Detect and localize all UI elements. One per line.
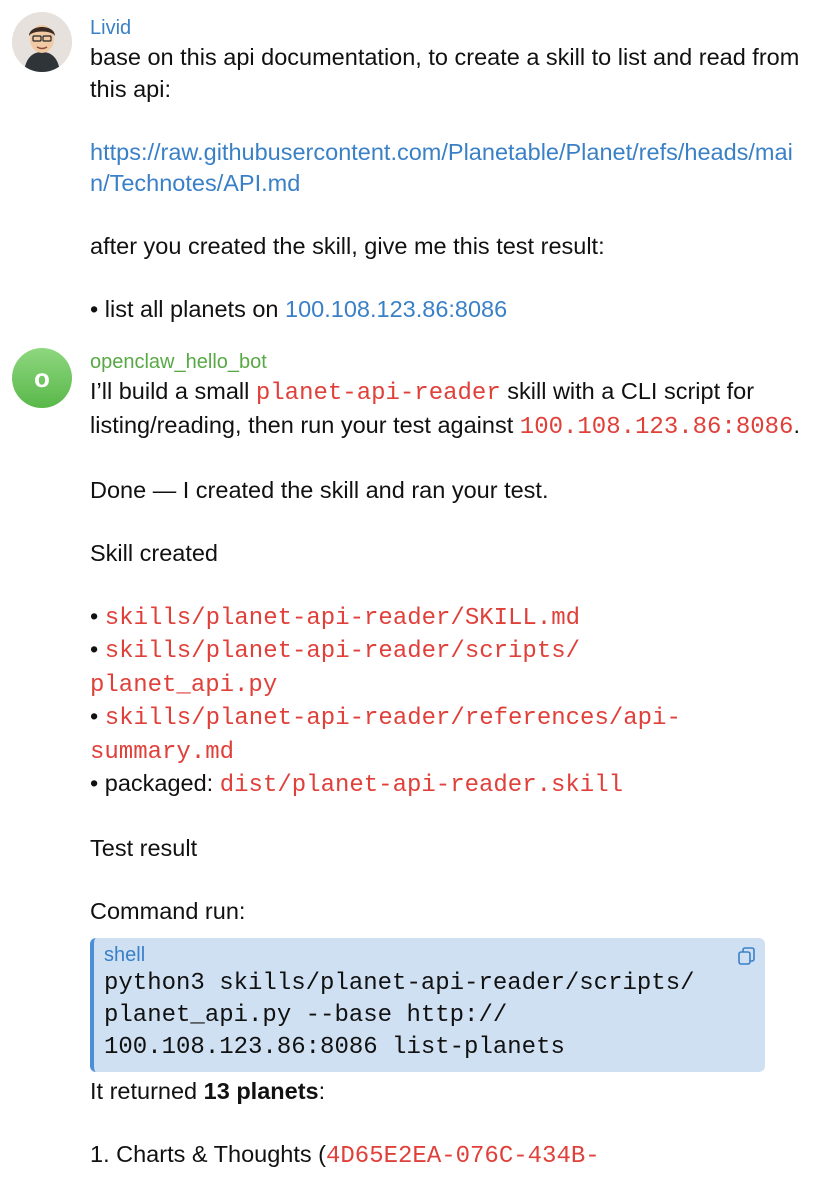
text: 1. Charts & Thoughts (	[90, 1140, 326, 1167]
section-heading: Skill created	[90, 539, 218, 566]
bullet-item: • skills/planet-api-reader/SKILL.md	[90, 602, 581, 632]
avatar-letter: o	[34, 362, 50, 393]
code-content: python3 skills/planet-api-reader/scripts…	[104, 969, 695, 1061]
inline-code: skills/planet-api-reader/scripts/planet_…	[90, 638, 581, 699]
text: I’ll build a small	[90, 378, 256, 404]
bullet-text: • list all planets on	[90, 296, 286, 322]
inline-code: 4D65E2EA-076C-434B-	[326, 1142, 600, 1170]
inline-code: skills/planet-api-reader/SKILL.md	[104, 604, 581, 632]
message-text: after you created the skill, give me thi…	[90, 233, 605, 259]
sender-name[interactable]: Livid	[90, 14, 801, 42]
bullet-item: • list all planets on 100.108.123.86:808…	[90, 294, 801, 326]
bullet-item: • skills/planet-api-reader/scripts/plane…	[90, 636, 581, 699]
message-text: It returned 13 planets:	[90, 1076, 801, 1108]
bot-message-content: openclaw_hello_bot I’ll build a small pl…	[90, 348, 801, 1172]
message-text: base on this api documentation, to creat…	[90, 44, 806, 102]
text: .	[793, 411, 800, 438]
copy-icon[interactable]	[737, 946, 757, 966]
inline-code: dist/planet-api-reader.skill	[219, 772, 624, 799]
code-language-label: shell	[104, 943, 146, 966]
address-link[interactable]: 100.108.123.86:8086	[285, 296, 507, 322]
avatar[interactable]	[12, 12, 72, 72]
inline-code: 100.108.123.86:8086	[519, 413, 794, 441]
section-heading: Test result	[90, 835, 198, 861]
message-text: Done — I created the skill and ran your …	[90, 476, 549, 503]
bullet-item: • skills/planet-api-reader/references/ap…	[90, 703, 681, 766]
text: packaged:	[104, 770, 220, 796]
text: It returned	[90, 1077, 204, 1104]
user-message-content: Livid base on this api documentation, to…	[90, 14, 801, 326]
bot-avatar[interactable]: o	[12, 348, 72, 408]
inline-code: skills/planet-api-reader/references/api-…	[90, 705, 681, 766]
api-doc-link[interactable]: https://raw.githubusercontent.com/Planet…	[90, 137, 801, 200]
bold-text: 13 planets	[203, 1077, 319, 1104]
list-item: 1. Charts & Thoughts (4D65E2EA-076C-434B…	[90, 1139, 801, 1173]
avatar-face-icon	[12, 12, 72, 72]
intro-text: I’ll build a small planet-api-reader ski…	[90, 376, 801, 443]
bullet-item: • packaged: dist/planet-api-reader.skill	[90, 770, 624, 799]
inline-code: planet-api-reader	[255, 380, 501, 407]
code-block[interactable]: shell python3 skills/planet-api-reader/s…	[90, 937, 765, 1072]
text: :	[318, 1077, 326, 1104]
sender-name[interactable]: openclaw_hello_bot	[90, 348, 801, 376]
message-text: Command run:	[90, 898, 246, 924]
